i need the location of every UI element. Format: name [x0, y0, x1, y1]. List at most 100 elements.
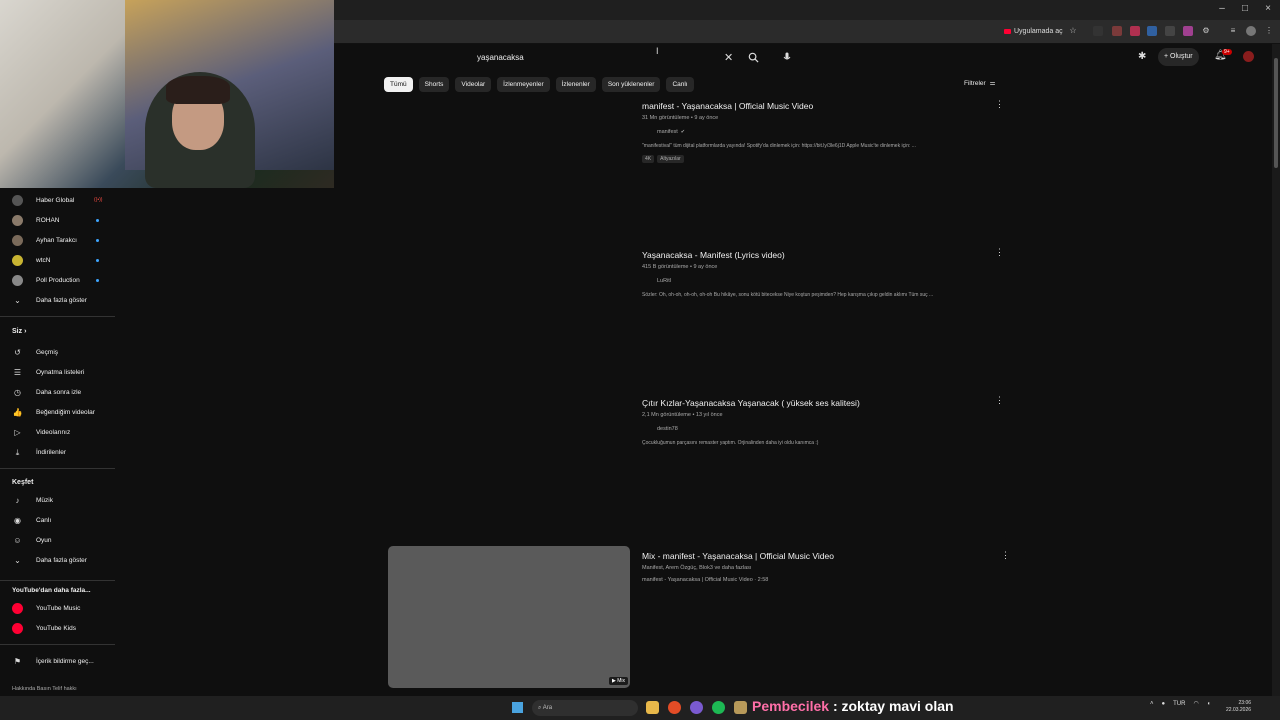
sidebar-item-label: Videolarınız: [36, 428, 71, 436]
chrome-icon[interactable]: [668, 701, 681, 714]
more-actions-icon[interactable]: ⋮: [1001, 550, 1010, 561]
report-history-item[interactable]: ⚑ İçerik bildirme geç...: [0, 651, 115, 671]
result-title[interactable]: Çıtır Kızlar-Yaşanacaksa Yaşanacak ( yük…: [642, 398, 1012, 408]
extension-icon[interactable]: [1130, 26, 1140, 36]
chip-6[interactable]: Canlı: [666, 77, 694, 92]
menu-icon[interactable]: ≡: [1228, 26, 1238, 36]
open-in-app-button[interactable]: Uygulamada aç: [1000, 25, 1067, 38]
subscriptions-list: Haber Global ((•)) ROHAN Ayhan Tarakcı wtcN P…: [0, 190, 115, 310]
system-tray[interactable]: ˄ ● TUR ◠ ◖: [1150, 700, 1211, 708]
sidebar-icon: ⌄: [14, 295, 21, 305]
chip-2[interactable]: Videolar: [455, 77, 492, 92]
sidebar-icon: ⤓: [15, 447, 20, 457]
more-actions-icon[interactable]: ⋮: [995, 99, 1004, 110]
youtube-logo-icon: [1004, 29, 1011, 34]
spotify-icon[interactable]: [712, 701, 725, 714]
more-actions-icon[interactable]: ⋮: [995, 247, 1004, 258]
extension-icon[interactable]: [1112, 26, 1122, 36]
sidebar-item[interactable]: Ayhan Tarakcı: [0, 230, 115, 250]
clock[interactable]: 23:06 22.03.2026: [1226, 700, 1251, 714]
bookmark-star-icon[interactable]: ☆: [1068, 26, 1078, 36]
windows-start-icon[interactable]: [512, 702, 523, 713]
maximize-button[interactable]: □: [1235, 3, 1255, 14]
search-result[interactable]: Yaşanacaksa - Manifest (Lyrics video) 41…: [642, 250, 1012, 298]
more-vert-icon[interactable]: ⋮: [1264, 26, 1274, 36]
result-channel[interactable]: destin78: [642, 426, 1012, 432]
account-avatar[interactable]: [1243, 51, 1254, 62]
search-result[interactable]: Çıtır Kızlar-Yaşanacaksa Yaşanacak ( yük…: [642, 398, 1012, 446]
sidebar-item-label: YouTube Kids: [36, 624, 76, 632]
mix-first-video[interactable]: manifest - Yaşanacaksa | Official Music …: [642, 577, 1012, 583]
sidebar-item[interactable]: YouTube Music: [0, 598, 115, 618]
sidebar-item[interactable]: 👍 Beğendiğim videolar: [0, 402, 115, 422]
sidebar-item-label: Poll Production: [36, 276, 80, 284]
sidebar-item[interactable]: ▷ Videolarınız: [0, 422, 115, 442]
result-channel[interactable]: LuRitl: [642, 278, 1012, 284]
you-section-heading[interactable]: Siz ›: [12, 328, 26, 335]
new-content-dot: [96, 218, 99, 222]
sidebar-item[interactable]: ♪ Müzik: [0, 490, 115, 510]
you-list: ↺ Geçmiş ☰ Oynatma listeleri ◷ Daha sonra izl…: [0, 342, 115, 462]
sidebar-item[interactable]: ⌄ Daha fazla göster: [0, 550, 115, 570]
chip-0[interactable]: Tümü: [384, 77, 413, 92]
result-title[interactable]: manifest - Yaşanacaksa | Official Music …: [642, 101, 1012, 111]
search-button[interactable]: [742, 47, 764, 68]
sidebar-item[interactable]: ☺ Oyun: [0, 530, 115, 550]
extension-icon[interactable]: [1093, 26, 1103, 36]
language-indicator[interactable]: TUR: [1173, 701, 1185, 707]
sidebar-item[interactable]: Haber Global ((•)): [0, 190, 115, 210]
profile-avatar[interactable]: [1246, 26, 1256, 36]
chip-1[interactable]: Shorts: [418, 77, 450, 92]
sidebar-item-label: Daha fazla göster: [36, 556, 87, 564]
taskbar-search[interactable]: ⌕ Ara: [532, 700, 638, 716]
voice-search-button[interactable]: [778, 48, 796, 66]
more-actions-icon[interactable]: ⋮: [995, 395, 1004, 406]
search-result[interactable]: manifest - Yaşanacaksa | Official Music …: [642, 101, 1012, 163]
chevron-right-icon: ›: [24, 328, 27, 335]
sidebar-item[interactable]: Poll Production: [0, 270, 115, 290]
extension-icon[interactable]: [1165, 26, 1175, 36]
chip-5[interactable]: Son yüklenenler: [601, 77, 661, 92]
sidebar-item[interactable]: YouTube Kids: [0, 618, 115, 638]
more-from-youtube-list: YouTube Music YouTube Kids: [0, 598, 115, 638]
sidebar-item-label: ROHAN: [36, 216, 60, 224]
result-description: Çocukluğumun parçasını remaster yaptım. …: [642, 440, 819, 446]
file-explorer-icon[interactable]: [646, 701, 659, 714]
search-result-mix[interactable]: Mix - manifest - Yaşanacaksa | Official …: [642, 551, 1012, 583]
filters-button[interactable]: Filtreler ⚌: [964, 79, 996, 88]
puzzle-icon[interactable]: ⚙: [1201, 26, 1211, 36]
tune-icon: ⚌: [989, 80, 996, 87]
clock-date: 22.03.2026: [1226, 707, 1252, 713]
sidebar-item[interactable]: ⤓ İndirilenler: [0, 442, 115, 462]
result-title[interactable]: Yaşanacaksa - Manifest (Lyrics video): [642, 250, 1012, 260]
search-input[interactable]: yaşanacaksa ✕: [470, 47, 742, 68]
extension-icon[interactable]: [1147, 26, 1157, 36]
footer-links[interactable]: Hakkında Basın Telif hakkı: [12, 686, 77, 692]
gear-icon[interactable]: ✱: [1138, 51, 1146, 62]
app-icon[interactable]: [734, 701, 747, 714]
chip-3[interactable]: İzlenmeyenler: [497, 77, 550, 92]
sidebar-item[interactable]: ⌄ Daha fazla göster: [0, 290, 115, 310]
sidebar-item[interactable]: ↺ Geçmiş: [0, 342, 115, 362]
extension-icon[interactable]: [1183, 26, 1193, 36]
explore-list: ♪ Müzik ◉ Canlı ☺ Oyun ⌄ Daha fazla göster: [0, 490, 115, 570]
app-icon[interactable]: [690, 701, 703, 714]
close-window-button[interactable]: ×: [1258, 3, 1278, 14]
result-title[interactable]: Mix - manifest - Yaşanacaksa | Official …: [642, 551, 1012, 561]
sidebar-item[interactable]: ◷ Daha sonra izle: [0, 382, 115, 402]
clear-search-icon[interactable]: ✕: [724, 51, 733, 64]
create-button[interactable]: + Oluştur: [1158, 48, 1199, 66]
mix-thumbnail[interactable]: [388, 546, 630, 688]
result-meta: Manifest, Arem Özgüç, Blok3 ve daha fazl…: [642, 565, 752, 571]
minimize-button[interactable]: –: [1212, 3, 1232, 14]
sidebar-item[interactable]: ☰ Oynatma listeleri: [0, 362, 115, 382]
sidebar-item[interactable]: ROHAN: [0, 210, 115, 230]
sidebar-item[interactable]: ◉ Canlı: [0, 510, 115, 530]
text-cursor-icon: I: [656, 46, 659, 56]
volume-icon: ◖: [1206, 700, 1211, 707]
chat-message: : zoktay mavi olan: [832, 698, 954, 714]
result-channel[interactable]: manifest ✔: [642, 129, 1012, 135]
scrollbar-thumb[interactable]: [1274, 58, 1278, 168]
sidebar-item[interactable]: wtcN: [0, 250, 115, 270]
chip-4[interactable]: İzlenenler: [555, 77, 596, 92]
